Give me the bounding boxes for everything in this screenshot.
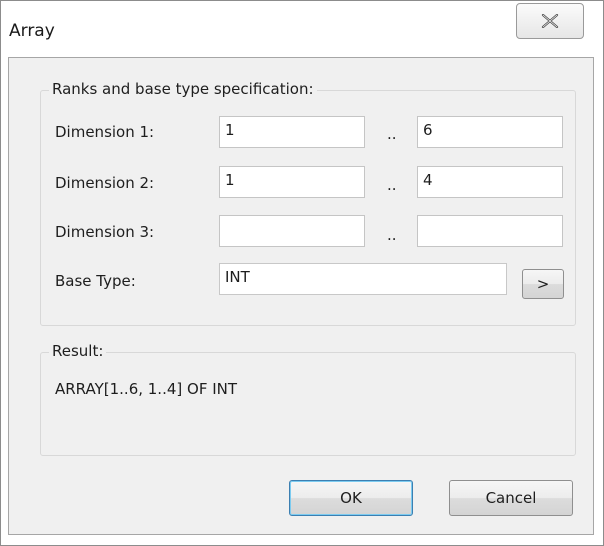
result-group-title: Result: (49, 342, 107, 360)
dimension-1-label: Dimension 1: (55, 123, 155, 141)
close-button[interactable] (516, 3, 584, 39)
dimension-2-upper-input[interactable]: 4 (417, 166, 563, 198)
browse-button-label: > (536, 275, 550, 293)
dimension-2-separator: .. (387, 176, 397, 194)
dimension-3-separator: .. (387, 226, 397, 244)
dimension-3-label: Dimension 3: (55, 223, 155, 241)
base-type-browse-button[interactable]: > (522, 269, 564, 299)
dimension-2-lower-input[interactable]: 1 (219, 166, 365, 198)
dimension-1-upper-input[interactable]: 6 (417, 116, 563, 148)
title-bar[interactable]: Array (1, 1, 603, 57)
dimension-3-upper-input[interactable] (417, 215, 563, 247)
ranks-group-title: Ranks and base type specification: (49, 80, 317, 98)
dialog-title: Array (9, 21, 55, 41)
cancel-button[interactable]: Cancel (449, 480, 573, 516)
ok-button-label: OK (340, 489, 362, 507)
base-type-input[interactable]: INT (219, 263, 507, 295)
dimension-2-label: Dimension 2: (55, 174, 155, 192)
result-text: ARRAY[1..6, 1..4] OF INT (55, 380, 238, 398)
array-dialog: Array Ranks and base type specification:… (0, 0, 604, 546)
result-groupbox: Result: (40, 342, 576, 456)
dialog-body: Ranks and base type specification: Dimen… (8, 57, 594, 535)
dimension-1-lower-input[interactable]: 1 (219, 116, 365, 148)
ok-button[interactable]: OK (289, 480, 413, 516)
dimension-1-separator: .. (387, 125, 397, 143)
base-type-label: Base Type: (55, 272, 136, 290)
cancel-button-label: Cancel (485, 489, 537, 507)
dimension-3-lower-input[interactable] (219, 215, 365, 247)
